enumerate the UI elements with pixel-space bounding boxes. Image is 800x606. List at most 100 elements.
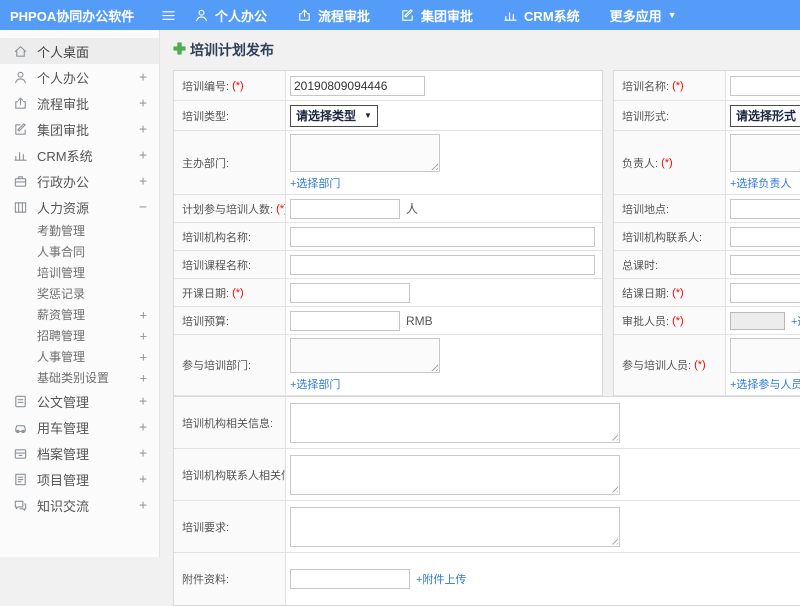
training-no-label: 培训编号: (*)	[174, 71, 286, 100]
topnav-label: 集团审批	[421, 8, 474, 24]
sidebar-item-8[interactable]: 用车管理 +	[0, 414, 159, 440]
sidebar-item-2[interactable]: 流程审批 +	[0, 90, 159, 116]
course-name-input[interactable]	[290, 254, 595, 275]
add-plus-icon	[173, 42, 186, 58]
sidebar-subitem-6-5[interactable]: 招聘管理 +	[0, 325, 159, 346]
sidebar-item-4[interactable]: CRM系统 +	[0, 142, 159, 168]
org-contact-info-textarea[interactable]	[290, 454, 620, 495]
label-text: 培训预算:	[182, 315, 230, 328]
label-text: 培训机构联系人:	[622, 231, 703, 244]
org-info-textarea[interactable]	[290, 402, 620, 443]
org-name-input[interactable]	[290, 226, 595, 247]
participating-departments-link[interactable]: +选择部门	[290, 376, 598, 392]
end-date-label: 结课日期: (*)	[614, 279, 726, 306]
org-contact-label: 培训机构联系人:	[614, 223, 726, 250]
planned-participants-input[interactable]	[290, 198, 400, 219]
host-department-label: 主办部门:	[174, 131, 286, 194]
form-row-org-contact: 培训机构联系人:	[614, 223, 800, 251]
location-input[interactable]	[730, 198, 800, 219]
location-label: 培训地点:	[614, 195, 726, 222]
label-text: 培训形式:	[622, 110, 670, 123]
sidebar-subitem-6-3[interactable]: 奖惩记录	[0, 283, 159, 304]
sidebar-item-label: 流程审批	[37, 96, 90, 112]
leader-link[interactable]: +选择负责人	[730, 175, 800, 191]
form-table-gap	[603, 70, 613, 396]
sidebar-item-label: 档案管理	[37, 446, 90, 462]
sidebar-item-1[interactable]: 个人办公 +	[0, 64, 159, 90]
label-text: 培训机构联系人相关信息:	[182, 469, 285, 482]
sidebar-subitem-6-1[interactable]: 人事合同	[0, 241, 159, 262]
host-department-link[interactable]: +选择部门	[290, 175, 598, 191]
sidebar-item-label: 人力资源	[37, 200, 90, 216]
chat-icon	[13, 498, 28, 513]
attachment-input[interactable]	[290, 569, 410, 589]
sidebar-subitem-6-4[interactable]: 薪资管理 +	[0, 304, 159, 325]
participants-textarea[interactable]	[730, 338, 800, 373]
topnav-item-3[interactable]: CRM系统	[503, 6, 580, 25]
sidebar-item-10[interactable]: 项目管理 +	[0, 466, 159, 492]
topnav-item-4[interactable]: 更多应用 ▼	[610, 6, 677, 25]
book-icon	[13, 200, 28, 215]
participants-link[interactable]: +选择参与人员	[730, 376, 800, 392]
participating-departments-textarea[interactable]	[290, 338, 440, 373]
topnav-label: CRM系统	[524, 8, 580, 24]
caret-down-icon: ▼	[667, 10, 677, 20]
topnav-item-0[interactable]: 个人办公	[194, 6, 267, 25]
sidebar-item-11[interactable]: 知识交流 +	[0, 492, 159, 518]
sidebar-item-7[interactable]: 公文管理 +	[0, 388, 159, 414]
approver-link[interactable]: +选择审批人员	[791, 313, 800, 329]
budget-input[interactable]	[290, 310, 400, 331]
training-type-select[interactable]: 请选择类型 ▼	[290, 104, 378, 127]
form-row-participants: 参与培训人员: (*) +选择参与人员	[614, 335, 800, 396]
required-marker: (*)	[694, 359, 706, 371]
required-marker: (*)	[232, 286, 244, 299]
expand-plus-icon: +	[139, 419, 147, 435]
chart-icon	[13, 148, 28, 163]
flow-icon	[297, 8, 312, 23]
sidebar-item-label: 项目管理	[37, 472, 90, 488]
requirements-textarea[interactable]	[290, 506, 620, 547]
required-marker: (*)	[276, 202, 285, 215]
sidebar-item-0[interactable]: 个人桌面	[0, 38, 159, 64]
sidebar-subitem-6-2[interactable]: 培训管理	[0, 262, 159, 283]
approver-input[interactable]	[730, 311, 785, 330]
required-marker: (*)	[672, 314, 684, 327]
total-hours-input[interactable]	[730, 254, 800, 275]
form-row-approver: 审批人员:(*) +选择审批人员	[614, 307, 800, 335]
attachment-link[interactable]: +附件上传	[416, 571, 466, 587]
sidebar-item-5[interactable]: 行政办公 +	[0, 168, 159, 194]
org-contact-info-label: 培训机构联系人相关信息:	[174, 449, 286, 500]
training-form-select[interactable]: 请选择形式▼	[730, 104, 800, 127]
label-text: 结课日期:	[622, 287, 670, 300]
page-title-text: 培训计划发布	[190, 42, 274, 58]
expand-plus-icon: +	[139, 173, 147, 189]
training-name-input[interactable]	[730, 75, 800, 96]
sidebar-item-9[interactable]: 档案管理 +	[0, 440, 159, 466]
org-name-label: 培训机构名称:	[174, 223, 286, 250]
attachment-label: 附件资料:	[174, 553, 286, 605]
sidebar-item-3[interactable]: 集团审批 +	[0, 116, 159, 142]
sidebar-subitem-6-6[interactable]: 人事管理 +	[0, 346, 159, 367]
doc-icon	[13, 394, 28, 409]
label-text: 培训名称:	[622, 80, 670, 93]
training-no-input[interactable]	[290, 75, 425, 96]
label-text: 附件资料:	[182, 574, 230, 586]
leader-textarea[interactable]	[730, 134, 800, 172]
form-row-org-contact-info: 培训机构联系人相关信息:	[174, 449, 800, 501]
form-row-training-form: 培训形式: 请选择形式▼	[614, 101, 800, 131]
end-date-input[interactable]	[730, 282, 800, 303]
org-contact-input[interactable]	[730, 226, 800, 247]
topnav-item-2[interactable]: 集团审批	[400, 6, 473, 25]
topnav-item-1[interactable]: 流程审批	[297, 6, 370, 25]
label-text: 培训类型:	[182, 110, 230, 123]
sidebar-item-6[interactable]: 人力资源 −	[0, 194, 159, 220]
sidebar-subitem-label: 基础类别设置	[37, 371, 110, 385]
sidebar-subitem-6-0[interactable]: 考勤管理	[0, 220, 159, 241]
sidebar-subitem-6-7[interactable]: 基础类别设置 +	[0, 367, 159, 388]
participants-label: 参与培训人员: (*)	[614, 335, 726, 395]
start-date-input[interactable]	[290, 282, 410, 303]
hamburger-icon[interactable]	[156, 0, 180, 30]
sidebar-subitem-label: 薪资管理	[37, 308, 86, 322]
training-form-select-value: 请选择形式	[736, 109, 797, 123]
host-department-textarea[interactable]	[290, 134, 440, 172]
